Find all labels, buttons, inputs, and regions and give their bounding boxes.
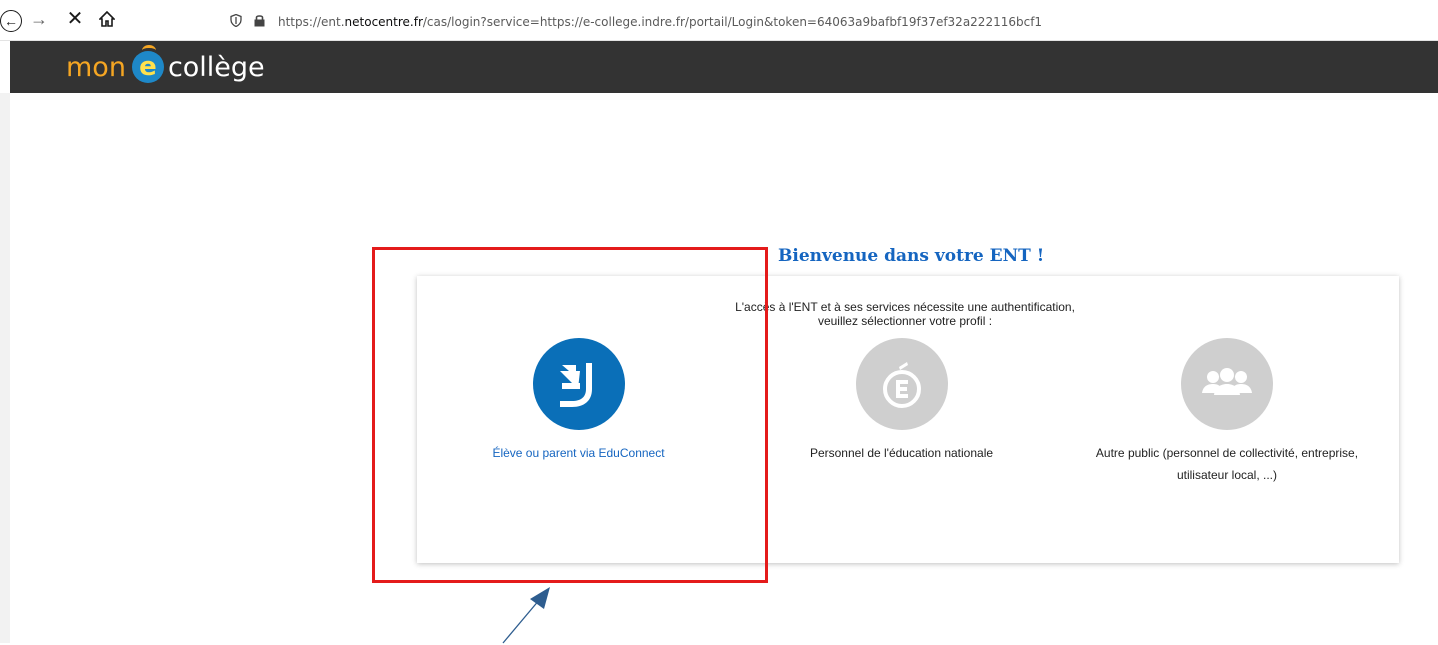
profile-autre-public[interactable]: Autre public (personnel de collectivité,…: [1077, 338, 1377, 486]
url-prefix: https://ent.: [278, 15, 345, 29]
shield-icon[interactable]: [230, 13, 244, 30]
mon-e-college-logo[interactable]: mon e collège: [66, 45, 265, 84]
logo-mon: mon: [66, 51, 126, 83]
url-path: /cas/login?service=https://e-college.ind…: [422, 15, 1043, 29]
forward-icon[interactable]: →: [28, 8, 50, 30]
group-icon[interactable]: [1181, 338, 1273, 430]
red-highlight-box: [372, 247, 768, 583]
back-icon[interactable]: ←: [0, 10, 22, 32]
education-nationale-label[interactable]: Personnel de l'éducation nationale: [780, 442, 1023, 464]
pointer-arrow-icon: [502, 587, 550, 644]
autre-public-label[interactable]: Autre public (personnel de collectivité,…: [1077, 442, 1377, 486]
logo-college: collège: [167, 51, 265, 83]
address-bar[interactable]: https://ent. netocentre.fr/cas/login?serv…: [230, 12, 1430, 32]
left-strip: [0, 93, 10, 643]
education-nationale-icon[interactable]: [855, 338, 948, 430]
welcome-title: Bienvenue dans votre ENT !: [778, 246, 1045, 266]
autre-public-label-line-1: Autre public (personnel de collectivité,…: [1095, 446, 1359, 460]
stop-icon[interactable]: ✕: [64, 8, 86, 30]
lock-icon[interactable]: [254, 14, 268, 30]
autre-public-label-line-2: utilisateur local, ...): [1176, 468, 1278, 482]
browser-toolbar: ← → ✕ https://ent. netocentre.fr/cas/logi…: [0, 0, 1438, 41]
profile-education-nationale[interactable]: Personnel de l'éducation nationale: [780, 338, 1023, 464]
intro-line-1: L'accès à l'ENT et à ses services nécess…: [735, 300, 1075, 314]
url-domain: netocentre.fr: [344, 15, 423, 29]
logo-e-icon: e: [131, 45, 164, 83]
site-header: mon e collège: [10, 41, 1438, 93]
intro-line-2: veuillez sélectionner votre profil :: [817, 314, 993, 328]
home-icon[interactable]: [96, 8, 118, 30]
